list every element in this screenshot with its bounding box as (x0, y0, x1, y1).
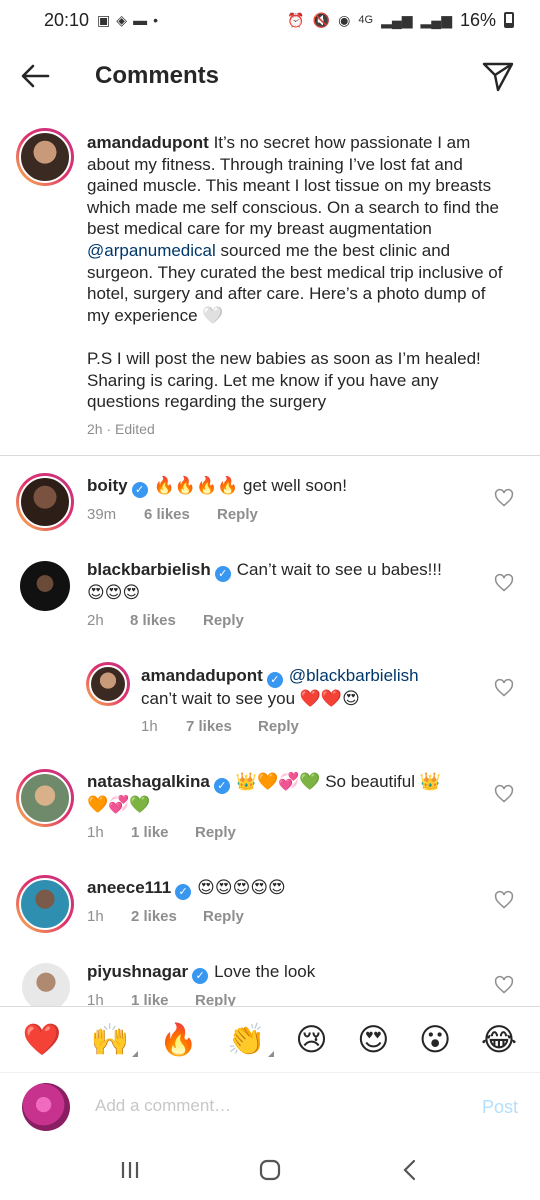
network-type-label: 4G (358, 14, 374, 26)
battery-percent: 16% (459, 9, 496, 30)
reply-button[interactable]: Reply (203, 908, 244, 925)
reply-body: amandadupont ✓ @blackbarbielish can’t wait… (141, 666, 419, 708)
reaction-crying[interactable]: 😢 (295, 1024, 327, 1055)
hotspot-icon: ◉ (338, 11, 351, 28)
likes-count[interactable]: 7 likes (186, 718, 258, 735)
verified-icon: ✓ (175, 884, 192, 900)
post-caption: amandadupont It’s no secret how passiona… (87, 133, 503, 412)
back-button[interactable] (18, 58, 54, 94)
likes-count[interactable]: 8 likes (130, 612, 203, 629)
status-time: 20:10 (44, 9, 90, 30)
comment-body: aneece111 ✓ 😍😍😍😍😍 (87, 878, 286, 900)
gallery-notification-icon: ▣ (97, 11, 111, 28)
signal-2-icon: ▂▄▆ (420, 11, 452, 28)
reply-button[interactable]: Reply (203, 612, 244, 629)
reaction-surprised[interactable]: 😮 (419, 1024, 451, 1055)
add-comment-bar: Post (0, 1072, 540, 1140)
share-button[interactable] (480, 58, 516, 94)
header: Comments (0, 48, 540, 104)
comment-clip: piyushnagar ✓ Love the look 1h 1 like Repl… (0, 955, 540, 1006)
reaction-raising-hands[interactable]: 🙌 (91, 1024, 138, 1057)
current-user-avatar (22, 1083, 70, 1131)
caption-time: 2h (87, 421, 103, 437)
like-heart-icon[interactable] (494, 890, 514, 910)
reply-button[interactable]: Reply (258, 718, 299, 735)
avatar[interactable] (16, 473, 74, 531)
send-icon (482, 62, 514, 92)
comment-username[interactable]: piyushnagar (87, 962, 188, 981)
reply-button[interactable]: Reply (195, 824, 236, 841)
recent-apps-icon (121, 1162, 139, 1178)
reply-button[interactable]: Reply (195, 992, 236, 1006)
comment-meta: 39m 6 likes Reply (87, 506, 258, 523)
caption-edited: Edited (115, 421, 155, 437)
caption-meta: 2h · Edited (87, 421, 155, 437)
like-heart-icon[interactable] (494, 678, 514, 698)
add-comment-input[interactable] (95, 1091, 455, 1121)
likes-count[interactable]: 1 like (131, 824, 195, 841)
likes-count[interactable]: 2 likes (131, 908, 203, 925)
comment-body: natashagalkina ✓ 👑🧡💞💚 So beautiful 👑 🧡💞💚 (87, 772, 441, 814)
mute-icon: 🔇 (312, 11, 331, 28)
comment-meta: 1h 2 likes Reply (87, 908, 244, 925)
recent-apps-button[interactable] (110, 1150, 150, 1190)
like-heart-icon[interactable] (494, 784, 514, 804)
signal-icon: ▂▄▆ (381, 11, 413, 28)
like-heart-icon[interactable] (494, 975, 514, 995)
comment-body: blackbarbielish ✓ Can’t wait to see u babe… (87, 560, 442, 602)
comment-meta: 1h 1 like Reply (87, 992, 236, 1006)
chevron-left-icon (403, 1159, 416, 1181)
comment-username[interactable]: aneece111 (87, 878, 171, 897)
reaction-heart-eyes[interactable]: 😍 (357, 1024, 389, 1055)
likes-count[interactable]: 1 like (131, 992, 195, 1006)
reply-button[interactable]: Reply (217, 506, 258, 523)
avatar[interactable] (16, 769, 74, 827)
caption-username[interactable]: amandadupont (87, 133, 209, 152)
comment-body: boity ✓ 🔥🔥🔥🔥 get well soon! (87, 476, 347, 498)
reaction-heart[interactable]: ❤️ (23, 1024, 62, 1055)
battery-icon (504, 12, 514, 28)
likes-count[interactable]: 6 likes (144, 506, 217, 523)
verified-icon: ✓ (214, 566, 231, 582)
comment-meta: 2h 8 likes Reply (87, 612, 244, 629)
reaction-clap[interactable]: 👏 (227, 1024, 274, 1057)
app-notification-icon: ◈ (116, 11, 128, 28)
avatar[interactable] (86, 662, 130, 706)
like-heart-icon[interactable] (494, 488, 514, 508)
comment-username[interactable]: blackbarbielish (87, 560, 211, 579)
back-arrow-icon (21, 64, 50, 88)
system-nav-bar (0, 1140, 540, 1200)
comment-meta: 1h 7 likes Reply (141, 718, 299, 735)
message-notification-icon: ▬ (133, 12, 148, 28)
like-heart-icon[interactable] (494, 573, 514, 593)
verified-icon: ✓ (266, 672, 283, 688)
reply-mention[interactable]: @blackbarbielish (289, 666, 419, 685)
page-title: Comments (95, 62, 220, 89)
status-bar: 20:10 ▣ ◈ ▬ • ⏰ 🔇 ◉ 4G ▂▄▆ ▂▄▆ 16% (0, 0, 540, 40)
avatar[interactable] (22, 963, 70, 1006)
home-icon (259, 1159, 281, 1181)
more-notifications-icon: • (153, 12, 158, 28)
alarm-icon: ⏰ (287, 11, 305, 28)
caption-avatar[interactable] (16, 128, 74, 186)
avatar[interactable] (20, 561, 70, 611)
verified-icon: ✓ (131, 482, 148, 498)
caption-mention[interactable]: @arpanumedical (87, 241, 216, 260)
divider (0, 455, 540, 456)
comment-meta: 1h 1 like Reply (87, 824, 236, 841)
comment-body: piyushnagar ✓ Love the look (87, 962, 316, 984)
comment-username[interactable]: natashagalkina (87, 772, 210, 791)
quick-reactions-bar: ❤️ 🙌 🔥 👏 😢 😍 😮 😂 (0, 1006, 540, 1072)
post-button[interactable]: Post (482, 1097, 518, 1118)
reaction-fire[interactable]: 🔥 (159, 1024, 198, 1055)
verified-icon: ✓ (192, 968, 209, 984)
comment-username[interactable]: amandadupont (141, 666, 263, 685)
comment-username[interactable]: boity (87, 476, 128, 495)
verified-icon: ✓ (213, 778, 230, 794)
avatar[interactable] (16, 875, 74, 933)
home-button[interactable] (250, 1150, 290, 1190)
reaction-laughing[interactable]: 😂 (481, 1024, 517, 1055)
system-back-button[interactable] (390, 1150, 430, 1190)
